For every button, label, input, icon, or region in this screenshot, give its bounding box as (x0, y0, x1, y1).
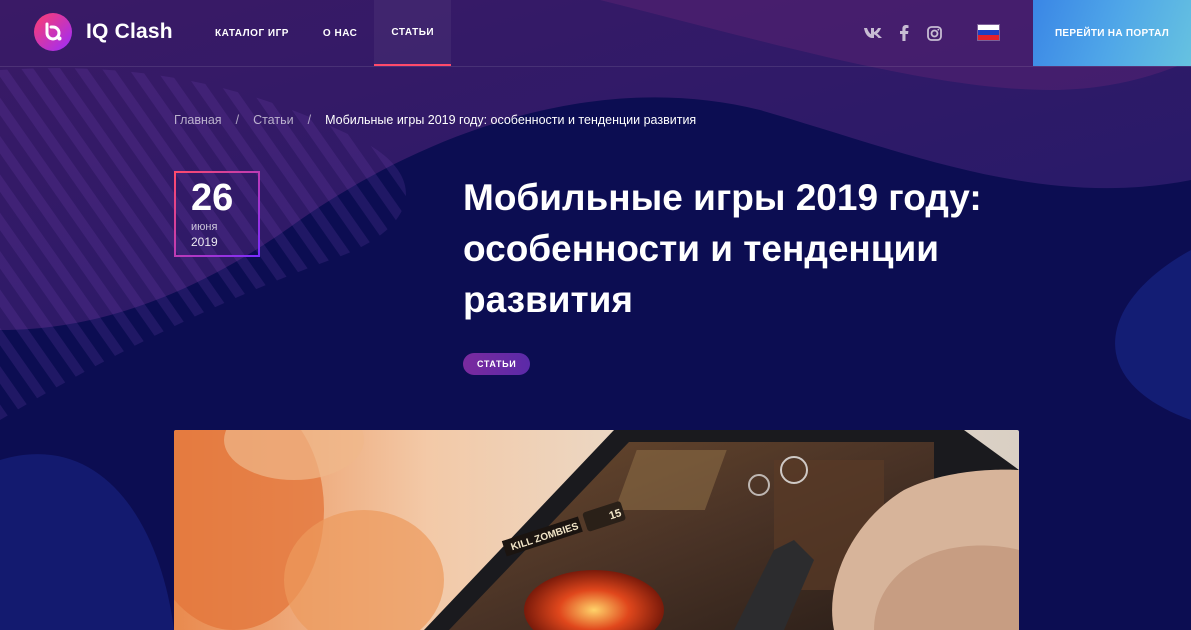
breadcrumb-separator: / (235, 113, 240, 127)
russia-flag-icon[interactable] (977, 24, 1000, 41)
title-line: Мобильные игры 2019 году: (463, 177, 982, 218)
logo-icon (34, 13, 72, 51)
brand-name: IQ Clash (86, 20, 173, 43)
date-month: июня (191, 221, 218, 233)
nav-item-about[interactable]: О НАС (306, 0, 374, 66)
nav-item-articles[interactable]: СТАТЬИ (374, 0, 452, 66)
vk-icon[interactable] (862, 24, 884, 42)
nav-item-catalog[interactable]: КАТАЛОГ ИГР (198, 0, 306, 66)
date-day: 26 (191, 177, 234, 219)
instagram-icon[interactable] (923, 24, 945, 42)
article-title: Мобильные игры 2019 году: особенности и … (463, 172, 1043, 325)
article-tag[interactable]: СТАТЬИ (463, 353, 531, 375)
breadcrumb-separator: / (307, 113, 312, 127)
logo[interactable]: IQ Clash (34, 13, 173, 51)
title-line: особенности и тенденции (463, 228, 939, 269)
facebook-icon[interactable] (893, 24, 915, 42)
date-year: 2019 (191, 235, 218, 249)
article-hero-image: KILL ZOMBIES 15 (174, 430, 1019, 630)
site-header: IQ Clash КАТАЛОГ ИГР О НАС СТАТЬИ ПЕРЕЙТ… (0, 0, 1191, 67)
title-line: развития (463, 279, 633, 320)
breadcrumb-current: Мобильные игры 2019 году: особенности и … (325, 113, 697, 127)
go-to-portal-button[interactable]: ПЕРЕЙТИ НА ПОРТАЛ (1033, 0, 1191, 66)
breadcrumb-home[interactable]: Главная (174, 113, 222, 127)
breadcrumb: Главная / Статьи / Мобильные игры 2019 г… (174, 113, 696, 127)
article-date: 26 июня 2019 (174, 171, 260, 257)
main-nav: КАТАЛОГ ИГР О НАС СТАТЬИ (198, 0, 452, 66)
breadcrumb-articles[interactable]: Статьи (253, 113, 294, 127)
